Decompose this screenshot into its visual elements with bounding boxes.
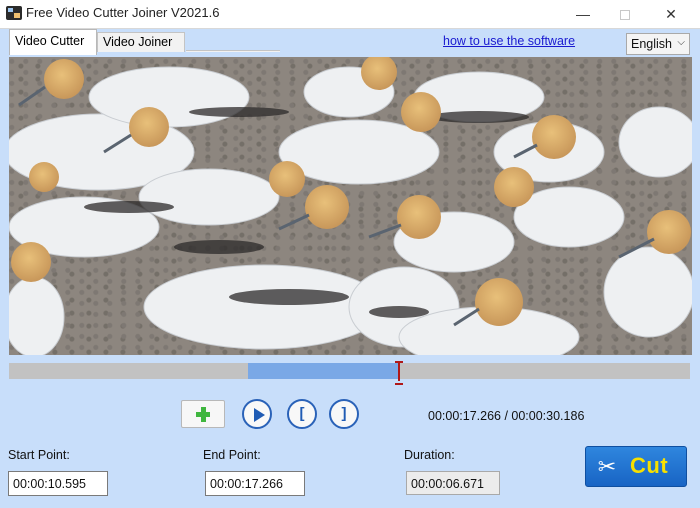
app-icon — [6, 6, 22, 20]
duration-field: 00:00:06.671 — [406, 471, 500, 495]
start-point-field[interactable]: 00:00:10.595 — [8, 471, 108, 496]
window-title: Free Video Cutter Joiner V2021.6 — [26, 5, 220, 20]
time-readout: 00:00:17.266 / 00:00:30.186 — [428, 409, 585, 423]
tab-video-cutter[interactable]: Video Cutter — [9, 29, 97, 55]
maximize-button[interactable] — [602, 0, 648, 28]
help-link[interactable]: how to use the software — [443, 34, 575, 48]
add-segment-button[interactable] — [181, 400, 225, 428]
video-frame-image — [9, 57, 692, 355]
end-point-label: End Point: — [203, 448, 261, 462]
title-bar: Free Video Cutter Joiner V2021.6 — ✕ — [0, 0, 700, 28]
set-end-button[interactable]: ] — [329, 399, 359, 429]
cut-button-label: Cut — [630, 453, 669, 478]
minimize-button[interactable]: — — [560, 0, 606, 28]
cut-button[interactable]: ✂ Cut — [585, 446, 687, 487]
start-point-label: Start Point: — [8, 448, 70, 462]
end-point-field[interactable]: 00:00:17.266 — [205, 471, 305, 496]
plus-icon-stem — [200, 407, 206, 422]
play-button[interactable] — [242, 399, 272, 429]
close-button[interactable]: ✕ — [648, 0, 694, 28]
main-panel: Video Cutter Video Joiner how to use the… — [0, 28, 700, 508]
play-icon — [254, 408, 265, 422]
language-select[interactable]: English ⌵ — [626, 33, 690, 55]
selection-range — [248, 363, 399, 379]
maximize-icon — [620, 10, 630, 21]
playhead-handle[interactable] — [394, 361, 403, 385]
timeline-slider[interactable] — [9, 361, 690, 385]
tab-bar: Video Cutter Video Joiner — [8, 29, 280, 55]
scissors-icon: ✂ — [597, 454, 617, 479]
chevron-down-icon: ⌵ — [677, 37, 685, 48]
set-start-button[interactable]: [ — [287, 399, 317, 429]
tab-video-joiner[interactable]: Video Joiner — [97, 32, 185, 52]
video-preview[interactable] — [9, 57, 692, 355]
tab-strip — [186, 50, 280, 52]
duration-label: Duration: — [404, 448, 455, 462]
language-value: English — [631, 37, 672, 51]
